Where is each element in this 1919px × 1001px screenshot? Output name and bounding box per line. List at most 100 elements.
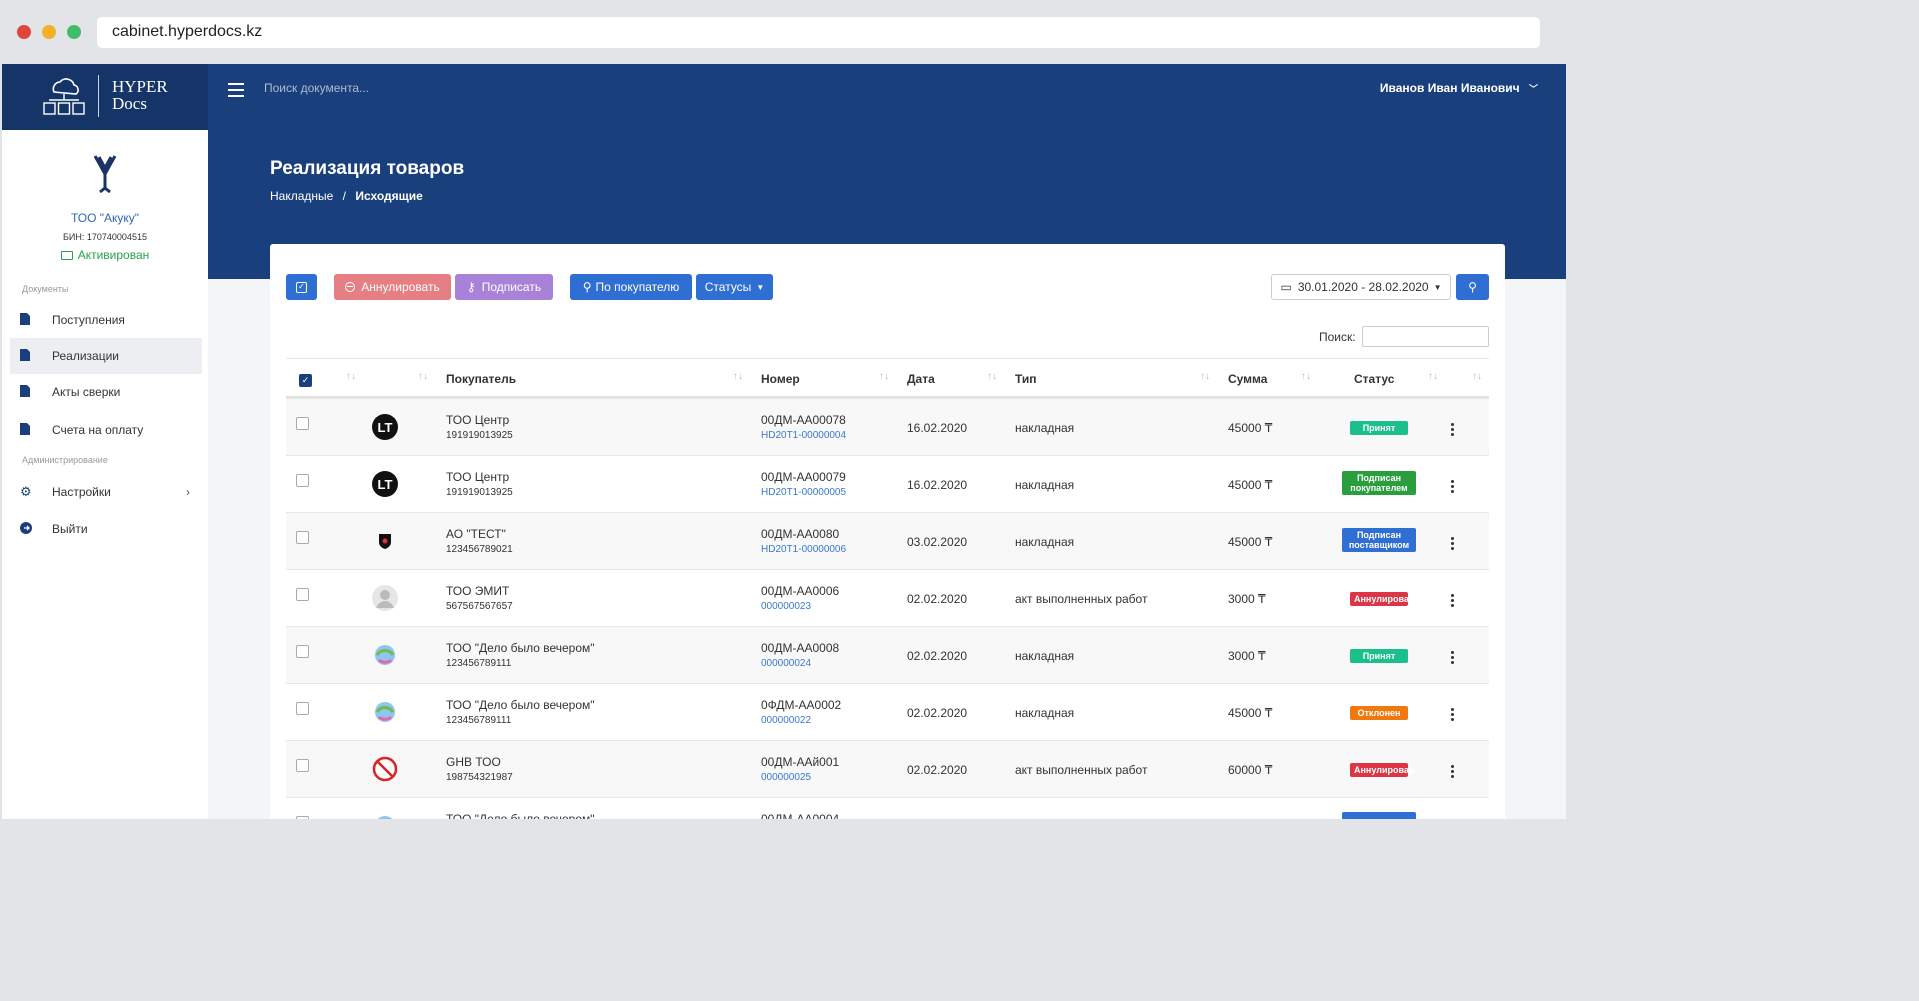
table-row[interactable]: GHB ТОО 198754321987 00ДМ-ААй001 000000025 0…: [286, 740, 1489, 797]
row-checkbox[interactable]: [296, 531, 309, 544]
buyer-cell[interactable]: ТОО ЭМИТ 567567567657: [446, 584, 513, 612]
buyer-cell[interactable]: ТОО "Дело было вечером" 123456789111: [446, 641, 595, 669]
sidebar-item-reconciliation[interactable]: Акты сверки: [10, 374, 202, 410]
filter-by-buyer-button[interactable]: ⚲ По покупателю: [570, 274, 692, 300]
search-label: Поиск:: [1319, 330, 1356, 344]
document-link[interactable]: 000000023: [761, 601, 839, 612]
number-cell[interactable]: 00ДМ-АА00079 HD20T1-00000005: [761, 470, 846, 498]
header-status[interactable]: Статус: [1354, 372, 1394, 386]
table-row[interactable]: ТОО "Дело было вечером" 123456789111 00ДМ-…: [286, 626, 1489, 683]
buyer-name: ТОО ЭМИТ: [446, 584, 510, 598]
document-link[interactable]: 000000024: [761, 658, 839, 669]
more-actions-icon[interactable]: [1451, 480, 1455, 494]
close-window-icon[interactable]: [17, 25, 31, 39]
more-actions-icon[interactable]: [1451, 594, 1455, 608]
document-link[interactable]: HD20T1-00000004: [761, 430, 846, 441]
table-row[interactable]: LT ТОО Центр 191919013925 00ДМ-АА00078 HD20T…: [286, 398, 1489, 455]
header-buyer[interactable]: Покупатель: [446, 372, 516, 386]
type-cell: акт выполненных работ: [1015, 763, 1148, 777]
sign-button[interactable]: ⚷ Подписать: [455, 274, 553, 300]
row-checkbox[interactable]: [296, 588, 309, 601]
sidebar-item-sales[interactable]: Реализации: [10, 338, 202, 374]
document-link[interactable]: 000000022: [761, 715, 841, 726]
document-number: 00ДМ-АА0008: [761, 641, 840, 655]
document-search-input[interactable]: Поиск документа...: [264, 81, 369, 95]
header-date[interactable]: Дата: [907, 372, 935, 386]
sort-icon[interactable]: ↑↓: [987, 371, 997, 382]
table-row[interactable]: LT ТОО Центр 191919013925 00ДМ-АА00079 HD20T…: [286, 455, 1489, 512]
date-range-picker[interactable]: ▭ 30.01.2020 - 28.02.2020 ▼: [1271, 274, 1451, 300]
menu-toggle-icon[interactable]: [228, 83, 244, 101]
buyer-cell[interactable]: АО "ТЕСТ" 123456789021: [446, 527, 513, 555]
section-administration: Администрирование: [22, 455, 108, 465]
buyer-cell[interactable]: ТОО Центр 191919013925: [446, 413, 513, 441]
sidebar-item-logout[interactable]: Выйти: [10, 511, 202, 547]
select-all-checkbox[interactable]: ✓: [299, 374, 312, 387]
number-cell[interactable]: 00ДМ-ААй001 000000025: [761, 755, 839, 783]
number-cell[interactable]: 0ФДМ-АА0002 000000022: [761, 698, 841, 726]
type-cell: накладная: [1015, 706, 1075, 720]
document-link[interactable]: HD20T1-00000005: [761, 487, 846, 498]
page-title: Реализация товаров: [270, 158, 465, 179]
table-row[interactable]: ТОО "Дело было вечером" 123456789111 0ФДМ-…: [286, 683, 1489, 740]
sort-icon[interactable]: ↑↓: [1200, 371, 1210, 382]
table-row[interactable]: ТОО "Дело было вечером" 00ДМ-АА0004: [286, 797, 1489, 819]
number-cell[interactable]: 00ДМ-АА0008 000000024: [761, 641, 839, 669]
number-cell[interactable]: 00ДМ-АА0006 000000023: [761, 584, 839, 612]
more-actions-icon[interactable]: [1451, 708, 1455, 722]
buyer-cell[interactable]: ТОО "Дело было вечером": [446, 812, 595, 819]
sort-icon[interactable]: ↑↓: [1428, 371, 1438, 382]
header-sum[interactable]: Сумма: [1228, 372, 1267, 386]
row-checkbox[interactable]: [296, 759, 309, 772]
buyer-cell[interactable]: GHB ТОО 198754321987: [446, 755, 513, 783]
header-number[interactable]: Номер: [761, 372, 800, 386]
buyer-cell[interactable]: ТОО "Дело было вечером" 123456789111: [446, 698, 595, 726]
annul-button[interactable]: Аннулировать: [334, 274, 451, 300]
lt-logo-icon: LT: [372, 414, 398, 440]
maximize-window-icon[interactable]: [67, 25, 81, 39]
sort-icon[interactable]: ↑↓: [346, 371, 356, 382]
number-cell[interactable]: 00ДМ-АА0080 HD20T1-00000006: [761, 527, 846, 555]
date-cell: 02.02.2020: [907, 763, 968, 777]
header-type[interactable]: Тип: [1015, 372, 1037, 386]
sort-icon[interactable]: ↑↓: [1472, 371, 1482, 382]
more-actions-icon[interactable]: [1451, 537, 1455, 551]
row-checkbox[interactable]: [296, 816, 309, 819]
user-menu[interactable]: Иванов Иван Иванович ﹀: [1380, 81, 1538, 95]
more-actions-icon[interactable]: [1451, 651, 1455, 665]
number-cell[interactable]: 00ДМ-АА00078 HD20T1-00000004: [761, 413, 846, 441]
sort-icon[interactable]: ↑↓: [418, 371, 428, 382]
table-search-input[interactable]: [1362, 326, 1489, 347]
document-link[interactable]: 000000025: [761, 772, 839, 783]
sidebar-item-receipts[interactable]: Поступления: [10, 302, 202, 338]
buyer-cell[interactable]: ТОО Центр 191919013925: [446, 470, 513, 498]
search-icon: ⚲: [1468, 280, 1477, 294]
statuses-dropdown[interactable]: Статусы ▼: [696, 274, 773, 300]
minimize-window-icon[interactable]: [42, 25, 56, 39]
more-actions-icon[interactable]: [1451, 765, 1455, 779]
number-cell[interactable]: 00ДМ-АА0004: [761, 812, 839, 819]
sidebar-item-invoices[interactable]: Счета на оплату: [10, 412, 202, 448]
chevron-right-icon: ›: [186, 485, 190, 499]
sidebar-item-settings[interactable]: ⚙ Настройки ›: [10, 474, 202, 510]
table-row[interactable]: ТОО ЭМИТ 567567567657 00ДМ-АА0006 000000023…: [286, 569, 1489, 626]
row-checkbox[interactable]: [296, 645, 309, 658]
address-bar[interactable]: cabinet.hyperdocs.kz: [97, 17, 1540, 48]
row-checkbox[interactable]: [296, 474, 309, 487]
date-search-button[interactable]: ⚲: [1456, 274, 1489, 300]
organization-logo-icon: [93, 155, 117, 194]
sort-icon[interactable]: ↑↓: [1301, 371, 1311, 382]
logo-line2: Docs: [112, 94, 147, 113]
breadcrumb-invoices[interactable]: Накладные: [270, 189, 333, 203]
document-link[interactable]: HD20T1-00000006: [761, 544, 846, 555]
more-actions-icon[interactable]: [1451, 423, 1455, 437]
row-checkbox[interactable]: [296, 702, 309, 715]
sort-icon[interactable]: ↑↓: [733, 371, 743, 382]
section-documents: Документы: [22, 284, 69, 294]
logo[interactable]: HYPER Docs: [2, 64, 208, 130]
row-checkbox[interactable]: [296, 417, 309, 430]
table-row[interactable]: АО "ТЕСТ" 123456789021 00ДМ-АА0080 HD20T1-0…: [286, 512, 1489, 569]
sort-icon[interactable]: ↑↓: [879, 371, 889, 382]
date-cell: 02.02.2020: [907, 592, 968, 606]
select-all-button[interactable]: ✓: [286, 274, 317, 300]
